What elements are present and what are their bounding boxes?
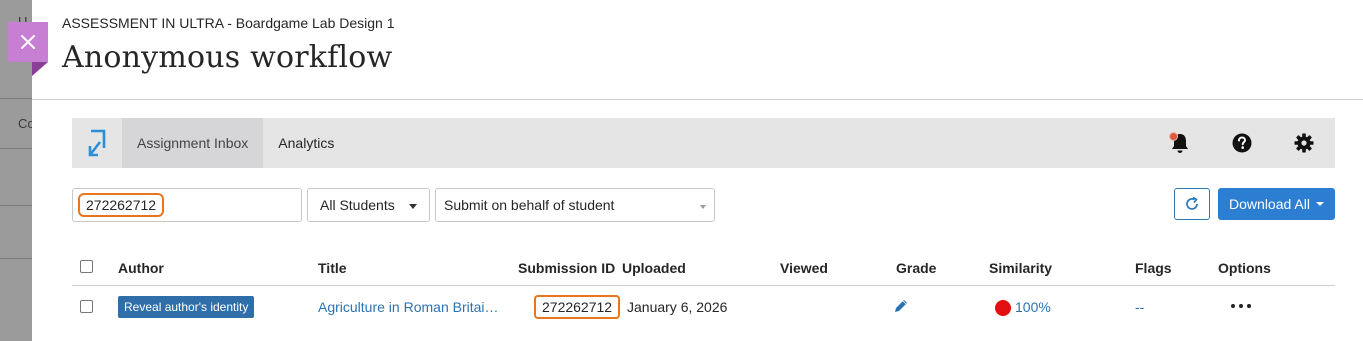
dot-icon	[1239, 304, 1243, 308]
close-panel-button[interactable]	[8, 22, 48, 62]
download-all-label: Download All	[1229, 196, 1310, 212]
chevron-down-icon	[1315, 202, 1324, 206]
column-flags[interactable]: Flags	[1135, 260, 1172, 276]
reveal-identity-button[interactable]: Reveal author's identity	[118, 296, 255, 318]
column-author[interactable]: Author	[118, 260, 164, 276]
column-options: Options	[1218, 260, 1271, 276]
similarity-indicator	[995, 300, 1011, 316]
submit-on-behalf-select[interactable]: Submit on behalf of student	[435, 188, 715, 222]
help-button[interactable]	[1211, 118, 1273, 168]
notifications-button[interactable]	[1149, 118, 1211, 168]
assignment-panel: ASSESSMENT IN ULTRA - Boardgame Lab Desi…	[32, 0, 1363, 341]
help-icon	[1232, 133, 1252, 153]
uploaded-date: January 6, 2026	[627, 299, 728, 315]
column-similarity[interactable]: Similarity	[989, 260, 1052, 276]
toolbar: Assignment Inbox Analytics	[72, 118, 1335, 168]
submission-id: 272262712	[534, 295, 621, 319]
notification-dot	[1169, 132, 1178, 141]
dot-icon	[1231, 304, 1235, 308]
students-select-value: All Students	[320, 197, 395, 213]
pencil-icon[interactable]	[893, 298, 909, 319]
column-grade[interactable]: Grade	[896, 260, 936, 276]
column-submission-id[interactable]: Submission ID	[518, 260, 615, 276]
similarity-score[interactable]: 100%	[1015, 299, 1051, 315]
students-select[interactable]: All Students	[307, 188, 430, 222]
table-row: Reveal author's identity Agriculture in …	[72, 287, 1335, 327]
download-all-button[interactable]: Download All	[1218, 188, 1335, 220]
gear-icon	[1294, 133, 1314, 153]
settings-button[interactable]	[1273, 118, 1335, 168]
search-value: 272262712	[78, 193, 165, 217]
submit-on-behalf-value: Submit on behalf of student	[444, 197, 615, 213]
select-all-checkbox[interactable]	[80, 260, 93, 273]
search-input[interactable]: 272262712	[72, 188, 302, 222]
row-checkbox[interactable]	[80, 300, 93, 313]
submission-title-link[interactable]: Agriculture in Roman Britai…	[318, 299, 499, 315]
header-divider	[32, 99, 1363, 100]
close-icon	[21, 35, 35, 49]
close-tab-fold	[32, 62, 48, 76]
course-name: ASSESSMENT IN ULTRA - Boardgame Lab Desi…	[62, 15, 395, 31]
flags-value: --	[1135, 299, 1145, 315]
page-title: Anonymous workflow	[62, 40, 393, 75]
refresh-icon	[1186, 196, 1198, 210]
table-header: Author Title Submission ID Uploaded View…	[72, 254, 1335, 286]
column-title[interactable]: Title	[318, 260, 347, 276]
dot-icon	[1247, 304, 1251, 308]
column-viewed[interactable]: Viewed	[780, 260, 828, 276]
refresh-button[interactable]	[1174, 188, 1210, 220]
column-uploaded[interactable]: Uploaded	[622, 260, 686, 276]
turnitin-logo-icon	[72, 118, 122, 168]
chevron-down-icon	[700, 205, 706, 209]
tab-assignment-inbox[interactable]: Assignment Inbox	[122, 118, 264, 168]
chevron-down-icon	[409, 204, 417, 209]
tab-analytics[interactable]: Analytics	[263, 118, 349, 168]
more-options-button[interactable]	[1224, 293, 1258, 319]
